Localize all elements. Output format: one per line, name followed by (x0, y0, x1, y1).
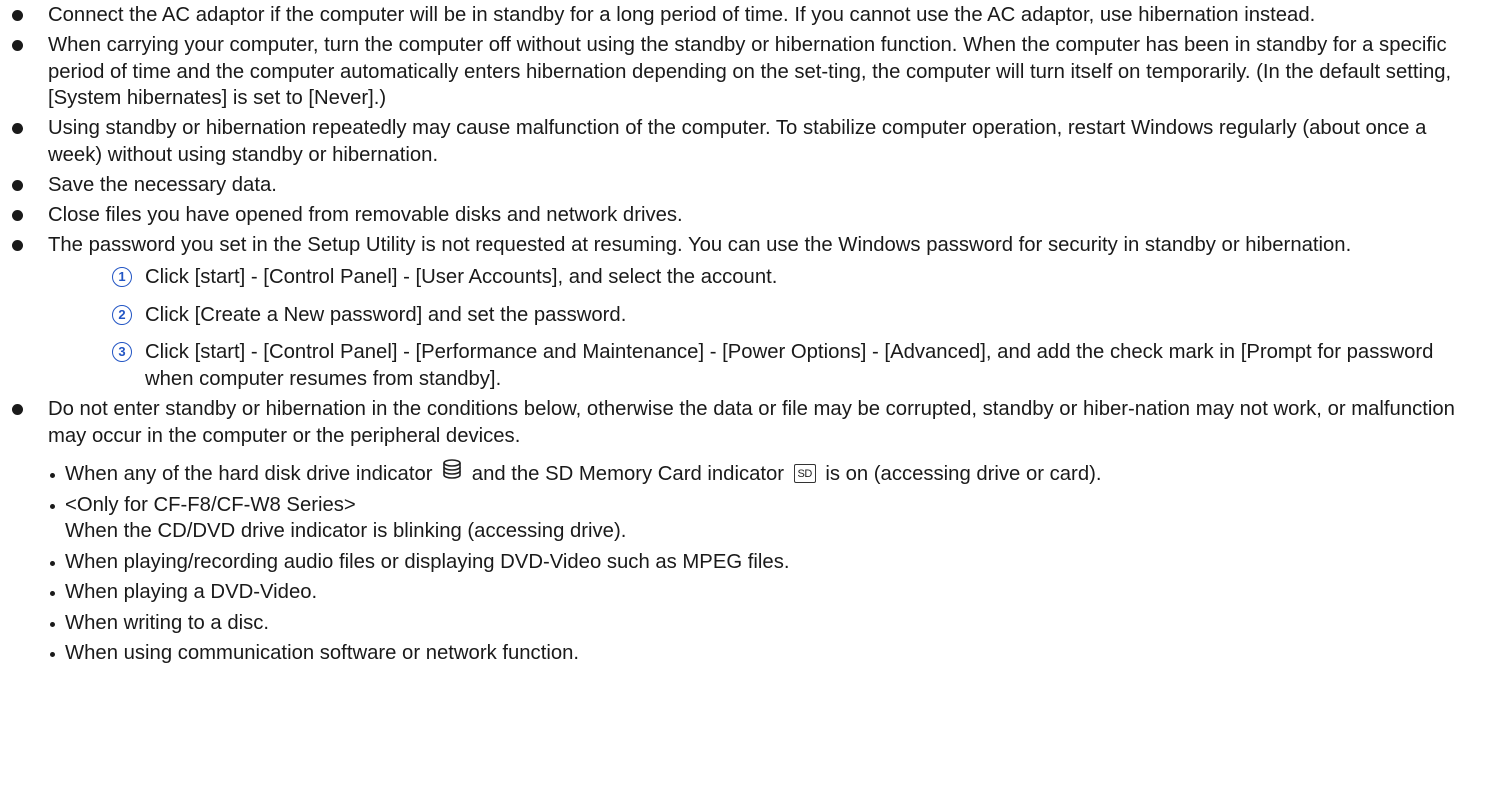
bullet-text: Do not enter standby or hibernation in t… (48, 398, 1455, 447)
bullet-ac-adaptor: Connect the AC adaptor if the computer w… (0, 2, 1487, 29)
condition-dvd-video: When playing a DVD-Video. (0, 579, 1487, 606)
small-bullet-icon (50, 652, 55, 657)
bullet-text: Close files you have opened from removab… (48, 203, 683, 226)
document-page: Connect the AC adaptor if the computer w… (0, 2, 1487, 671)
bullet-do-not-enter: Do not enter standby or hibernation in t… (0, 396, 1487, 449)
condition-text: When using communication software or net… (65, 642, 580, 664)
sd-card-icon: SD (793, 463, 816, 483)
condition-text-part: When any of the hard disk drive indicato… (65, 463, 433, 485)
small-bullet-icon (50, 621, 55, 627)
condition-writing-disc: When writing to a disc. (0, 610, 1487, 637)
bullet-save-data: Save the necessary data. (0, 172, 1487, 199)
condition-communication: When using communication software or net… (0, 640, 1487, 667)
bullet-text: Connect the AC adaptor if the computer w… (48, 4, 1316, 26)
bullet-text: Using standby or hibernation repeatedly … (48, 117, 1427, 166)
condition-series-note: <Only for CF-F8/CF-W8 Series> (65, 493, 356, 516)
condition-text: When playing/recording audio files or di… (65, 550, 790, 573)
conditions-list: When any of the hard disk drive indicato… (0, 459, 1487, 667)
step-2: 2 Click [Create a New password] and set … (0, 302, 1487, 329)
condition-text-part: and the SD Memory Card indicator (471, 463, 785, 485)
bullet-text: Save the necessary data. (48, 173, 277, 196)
step-3: 3 Click [start] - [Control Panel] - [Per… (0, 339, 1487, 392)
circled-number-3-icon: 3 (112, 342, 132, 362)
bullet-text: When carrying your computer, turn the co… (48, 34, 1452, 109)
bullet-dot-icon (12, 239, 23, 251)
small-bullet-icon (50, 560, 55, 566)
circled-number-2-icon: 2 (112, 304, 132, 325)
bullet-password: The password you set in the Setup Utilit… (0, 232, 1487, 259)
condition-text: When playing a DVD-Video. (65, 581, 318, 603)
bullet-dot-icon (12, 404, 23, 415)
condition-cd-dvd: <Only for CF-F8/CF-W8 Series> When the C… (0, 492, 1487, 545)
small-bullet-icon (50, 591, 55, 596)
condition-hdd-sd: When any of the hard disk drive indicato… (0, 459, 1487, 488)
bullet-text: The password you set in the Setup Utilit… (48, 233, 1352, 256)
small-bullet-icon (50, 473, 55, 478)
hard-disk-drive-icon (442, 459, 462, 487)
bullet-dot-icon (12, 123, 23, 134)
bullet-dot-icon (12, 40, 23, 51)
step-1: 1 Click [start] - [Control Panel] - [Use… (0, 264, 1487, 291)
step-text: Click [start] - [Control Panel] - [User … (145, 266, 778, 288)
bullet-dot-icon (12, 10, 23, 21)
bullet-dot-icon (12, 179, 23, 191)
condition-text: When the CD/DVD drive indicator is blink… (65, 520, 627, 542)
bullet-repeated-standby: Using standby or hibernation repeatedly … (0, 115, 1487, 168)
bullet-carrying-computer: When carrying your computer, turn the co… (0, 32, 1487, 112)
step-text: Click [Create a New password] and set th… (145, 303, 627, 326)
small-bullet-icon (50, 503, 55, 509)
condition-text: When writing to a disc. (65, 611, 270, 634)
step-text: Click [start] - [Control Panel] - [Perfo… (145, 341, 1434, 390)
condition-audio: When playing/recording audio files or di… (0, 549, 1487, 576)
circled-number-1-icon: 1 (112, 267, 132, 287)
condition-text-part: is on (accessing drive or card). (825, 463, 1102, 485)
bullet-dot-icon (12, 209, 23, 221)
bullet-close-files: Close files you have opened from removab… (0, 202, 1487, 229)
